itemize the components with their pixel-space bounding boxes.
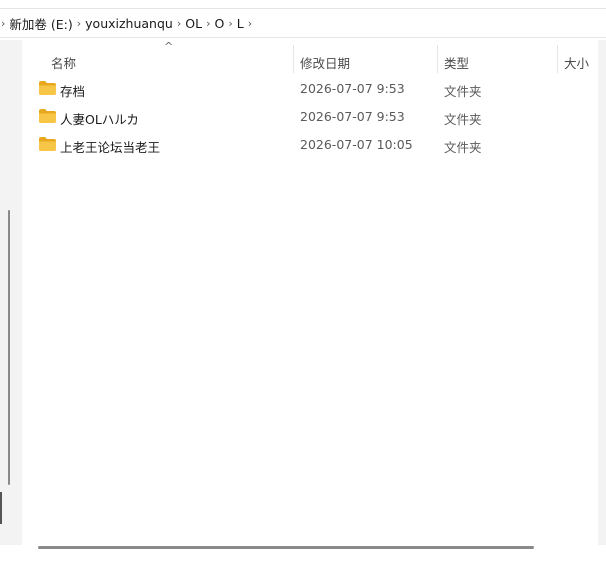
chevron-right-icon[interactable]: › [244, 17, 256, 30]
column-header-type[interactable]: 类型 [444, 48, 469, 76]
file-date: 2026-07-07 9:53 [300, 109, 405, 124]
folder-icon [39, 81, 56, 95]
chevron-right-icon[interactable]: › [73, 17, 85, 30]
file-list-pane: ^ 名称 修改日期 类型 大小 存档 2026-07-07 9:53 文件夹 人… [22, 40, 598, 545]
horizontal-scrollbar-thumb[interactable] [38, 546, 534, 549]
file-type: 文件夹 [444, 112, 482, 127]
file-name: 存档 [60, 84, 86, 99]
column-divider[interactable] [557, 45, 558, 73]
breadcrumb: › 新加卷 (E:) › youxizhuanqu › OL › O › L › [0, 9, 256, 37]
chevron-right-icon[interactable]: › [202, 17, 214, 30]
file-type: 文件夹 [444, 84, 482, 99]
file-name: 上老王论坛当老王 [60, 140, 161, 155]
chevron-right-icon[interactable]: › [173, 17, 185, 30]
file-type: 文件夹 [444, 140, 482, 155]
file-date: 2026-07-07 9:53 [300, 81, 405, 96]
list-item[interactable]: 上老王论坛当老王 2026-07-07 10:05 文件夹 [22, 134, 582, 156]
breadcrumb-item-ol[interactable]: OL [185, 16, 202, 31]
sort-ascending-icon: ^ [164, 40, 174, 53]
column-header-name-label: 名称 [51, 55, 77, 71]
breadcrumb-item-o[interactable]: O [214, 16, 224, 31]
column-divider[interactable] [293, 45, 294, 73]
nav-pane-edge [0, 492, 2, 524]
column-header-date[interactable]: 修改日期 [300, 48, 350, 76]
vertical-scroll-area[interactable] [598, 40, 606, 545]
column-divider[interactable] [437, 45, 438, 73]
address-bar[interactable]: › 新加卷 (E:) › youxizhuanqu › OL › O › L › [0, 8, 606, 38]
breadcrumb-item-youxizhuanqu[interactable]: youxizhuanqu [85, 16, 173, 31]
list-item[interactable]: 存档 2026-07-07 9:53 文件夹 [22, 78, 582, 100]
list-item[interactable]: 人妻OLハルカ 2026-07-07 9:53 文件夹 [22, 106, 582, 128]
column-header-size[interactable]: 大小 [564, 48, 589, 76]
nav-scrollbar[interactable] [8, 210, 10, 485]
column-header-size-label: 大小 [564, 55, 590, 71]
column-header-date-label: 修改日期 [300, 55, 351, 71]
folder-icon [39, 137, 56, 151]
navigation-pane [0, 40, 22, 563]
column-header-type-label: 类型 [444, 55, 470, 71]
file-date: 2026-07-07 10:05 [300, 137, 413, 152]
column-header-name[interactable]: 名称 [51, 48, 76, 76]
folder-icon [39, 109, 56, 123]
breadcrumb-item-l[interactable]: L [237, 16, 244, 31]
breadcrumb-item-drive[interactable]: 新加卷 (E:) [9, 14, 72, 33]
chevron-right-icon[interactable]: › [224, 17, 236, 30]
chevron-right-icon[interactable]: › [0, 17, 9, 30]
file-name: 人妻OLハルカ [60, 112, 139, 127]
